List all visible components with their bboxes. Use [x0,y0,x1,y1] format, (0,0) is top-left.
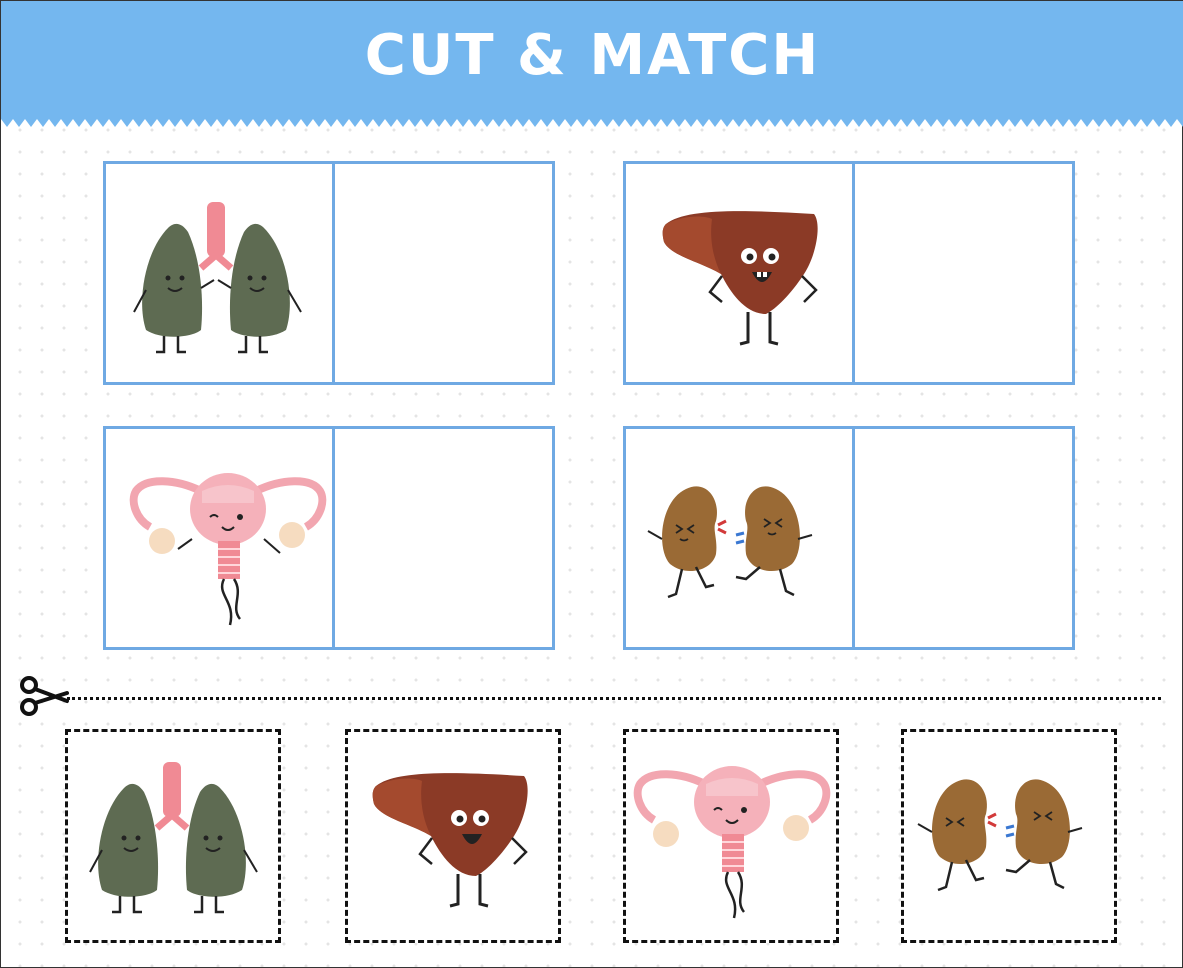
lungs-icon [133,202,302,354]
match-box-uterus [103,426,555,650]
uterus-icon [129,473,327,626]
cut-card-uterus[interactable] [623,729,839,943]
lungs-icon [89,762,258,914]
match-box-kidneys [623,426,1075,650]
kidneys-icon [647,486,813,599]
cut-card-liver[interactable] [345,729,561,943]
liver-icon [662,211,818,346]
cut-card-lungs[interactable] [65,729,281,943]
page-title: CUT & MATCH [364,23,821,88]
match-box-empty-slot[interactable] [335,429,558,647]
cut-line [67,697,1161,700]
match-box-image-cell [106,429,329,647]
match-box-liver [623,161,1075,385]
header-banner: CUT & MATCH [1,1,1183,129]
match-box-empty-slot[interactable] [855,164,1078,382]
match-box-image-cell [626,429,849,647]
match-box-lungs [103,161,555,385]
match-box-image-cell [106,164,329,382]
worksheet-page: CUT & MATCH [0,0,1183,968]
match-box-empty-slot[interactable] [335,164,558,382]
match-box-image-cell [626,164,849,382]
scissors-icon [17,671,71,725]
kidneys-icon [917,779,1083,892]
liver-icon [372,773,528,908]
uterus-icon [633,766,831,919]
match-box-empty-slot[interactable] [855,429,1078,647]
cut-card-kidneys[interactable] [901,729,1117,943]
